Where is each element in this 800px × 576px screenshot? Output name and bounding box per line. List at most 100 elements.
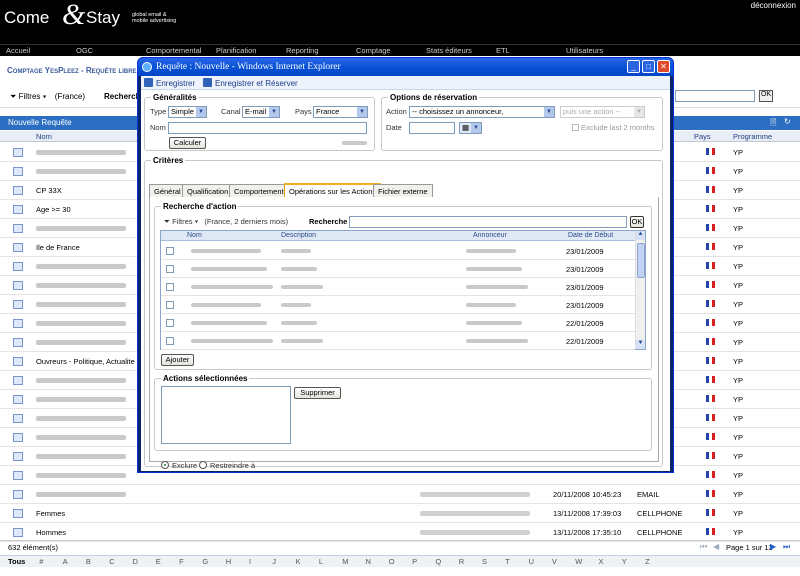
request-icon[interactable] xyxy=(13,471,23,480)
request-icon[interactable] xyxy=(13,452,23,461)
nav-etl[interactable]: ETL xyxy=(496,46,510,55)
request-icon[interactable] xyxy=(13,319,23,328)
alpha-filter-letter[interactable]: U xyxy=(529,557,534,566)
action-checkbox[interactable] xyxy=(166,319,174,327)
alpha-filter-letter[interactable]: X xyxy=(599,557,604,566)
save-reserve-button[interactable]: Enregistrer et Réserver xyxy=(203,78,298,88)
alpha-filter-letter[interactable]: N xyxy=(366,557,371,566)
action-select[interactable]: -- choisissez un annonceur, ▼ xyxy=(409,106,555,118)
request-icon[interactable] xyxy=(13,167,23,176)
refresh-icon[interactable]: ↻ xyxy=(784,117,791,126)
alpha-filter-letter[interactable]: K xyxy=(296,557,301,566)
pays-select[interactable]: France ▼ xyxy=(313,106,368,118)
col-action-advertiser[interactable]: Annonceur xyxy=(473,232,507,239)
scroll-down-icon[interactable]: ▼ xyxy=(636,340,645,349)
scroll-up-icon[interactable]: ▲ xyxy=(636,231,645,240)
action-checkbox[interactable] xyxy=(166,283,174,291)
table-row[interactable]: 20/11/2008 10:45:23 EMAIL YP xyxy=(0,485,800,504)
request-icon[interactable] xyxy=(13,414,23,423)
alpha-filter-letter[interactable]: W xyxy=(575,557,582,566)
request-icon[interactable] xyxy=(13,281,23,290)
scroll-thumb[interactable] xyxy=(637,243,645,278)
type-select[interactable]: Simple ▼ xyxy=(168,106,207,118)
alpha-filter-letter[interactable]: S xyxy=(482,557,487,566)
alpha-filter-letter[interactable]: J xyxy=(272,557,276,566)
action-row[interactable]: 23/01/2009 xyxy=(161,296,635,314)
tab-fichier-externe[interactable]: Fichier externe xyxy=(373,184,433,197)
search-input[interactable] xyxy=(675,90,755,102)
search-ok-button[interactable]: OK xyxy=(759,90,773,102)
tab-qualification[interactable]: Qualification xyxy=(182,184,234,197)
action-checkbox[interactable] xyxy=(166,265,174,273)
actions-scrollbar[interactable]: ▲ ▼ xyxy=(635,231,645,349)
alpha-filter-letter[interactable]: C xyxy=(109,557,114,566)
logout-link[interactable]: déconnexion xyxy=(751,1,796,10)
tab-comportement[interactable]: Comportement xyxy=(229,184,289,197)
alpha-filter-letter[interactable]: T xyxy=(505,557,510,566)
tab-general[interactable]: Général xyxy=(149,184,186,197)
criteria-filter-button[interactable]: ⏷ Filtres ▾ (France, 2 derniers mois) xyxy=(164,217,288,227)
request-icon[interactable] xyxy=(13,357,23,366)
add-button[interactable]: Ajouter xyxy=(161,354,194,366)
alpha-filter-letter[interactable]: H xyxy=(226,557,231,566)
alpha-filter-letter[interactable]: Y xyxy=(622,557,627,566)
request-icon[interactable] xyxy=(13,148,23,157)
alpha-filter-letter[interactable]: B xyxy=(86,557,91,566)
canal-select[interactable]: E-mail ▼ xyxy=(242,106,280,118)
alpha-filter-letter[interactable]: # xyxy=(39,557,43,566)
action-sub-select[interactable]: puis une action -- ▼ xyxy=(560,106,645,118)
action-row[interactable]: 22/01/2009 xyxy=(161,314,635,332)
date-input[interactable] xyxy=(409,122,455,134)
action-row[interactable]: 23/01/2009 xyxy=(161,260,635,278)
request-icon[interactable] xyxy=(13,509,23,518)
request-icon[interactable] xyxy=(13,490,23,499)
next-page-icon[interactable]: ▶ xyxy=(770,542,776,551)
action-row[interactable]: 23/01/2009 xyxy=(161,278,635,296)
alpha-filter-letter[interactable]: F xyxy=(179,557,184,566)
alpha-filter-letter[interactable]: L xyxy=(319,557,323,566)
alpha-filter-letter[interactable]: I xyxy=(249,557,251,566)
last-page-icon[interactable]: ⏭ xyxy=(783,542,790,552)
export-icon[interactable]: 🗎 xyxy=(770,117,776,131)
prev-page-icon[interactable]: ◀ xyxy=(713,542,719,551)
action-row[interactable]: 22/01/2009 xyxy=(161,332,635,350)
action-checkbox[interactable] xyxy=(166,247,174,255)
filter-button[interactable]: ⏷ Filtres ▾ (France) xyxy=(10,92,85,102)
request-icon[interactable] xyxy=(13,528,23,537)
request-icon[interactable] xyxy=(13,376,23,385)
alpha-filter-letter[interactable]: Q xyxy=(435,557,441,566)
request-icon[interactable] xyxy=(13,300,23,309)
col-action-date[interactable]: Date de Début xyxy=(568,232,613,239)
col-program[interactable]: Programme xyxy=(733,132,772,141)
nav-comptage[interactable]: Comptage xyxy=(356,46,391,55)
calendar-button[interactable]: ▦ ▼ xyxy=(459,122,482,134)
nav-accueil[interactable]: Accueil xyxy=(6,46,30,55)
calculate-button[interactable]: Calculer xyxy=(169,137,206,149)
nav-ogc[interactable]: OGC xyxy=(76,46,93,55)
table-row[interactable]: Femmes 13/11/2008 17:39:03 CELLPHONE YP xyxy=(0,504,800,523)
criteria-ok-button[interactable]: OK xyxy=(630,216,644,228)
alpha-filter-letter[interactable]: P xyxy=(412,557,417,566)
action-checkbox[interactable] xyxy=(166,301,174,309)
exclude-radio[interactable] xyxy=(161,461,169,469)
col-action-name[interactable]: Nom xyxy=(187,232,202,239)
nav-utilisateurs[interactable]: Utilisateurs xyxy=(566,46,603,55)
nav-comportemental[interactable]: Comportemental xyxy=(146,46,201,55)
request-icon[interactable] xyxy=(13,243,23,252)
alpha-filter-all[interactable]: Tous xyxy=(8,557,25,566)
action-row[interactable]: 23/01/2009 xyxy=(161,242,635,260)
request-icon[interactable] xyxy=(13,205,23,214)
maximize-button[interactable]: □ xyxy=(642,60,655,73)
alpha-filter-letter[interactable]: A xyxy=(63,557,68,566)
criteria-search-input[interactable] xyxy=(349,216,627,228)
request-icon[interactable] xyxy=(13,224,23,233)
request-icon[interactable] xyxy=(13,338,23,347)
save-button[interactable]: Enregistrer xyxy=(144,78,195,88)
nav-planification[interactable]: Planification xyxy=(216,46,256,55)
exclude-months-checkbox[interactable]: Exclude last 2 months xyxy=(572,123,654,132)
action-checkbox[interactable] xyxy=(166,337,174,345)
first-page-icon[interactable]: ⏮ xyxy=(700,542,707,552)
alpha-filter-letter[interactable]: O xyxy=(389,557,395,566)
alpha-filter-letter[interactable]: G xyxy=(202,557,208,566)
dialog-title-bar[interactable]: Requête : Nouvelle - Windows Internet Ex… xyxy=(138,58,673,76)
